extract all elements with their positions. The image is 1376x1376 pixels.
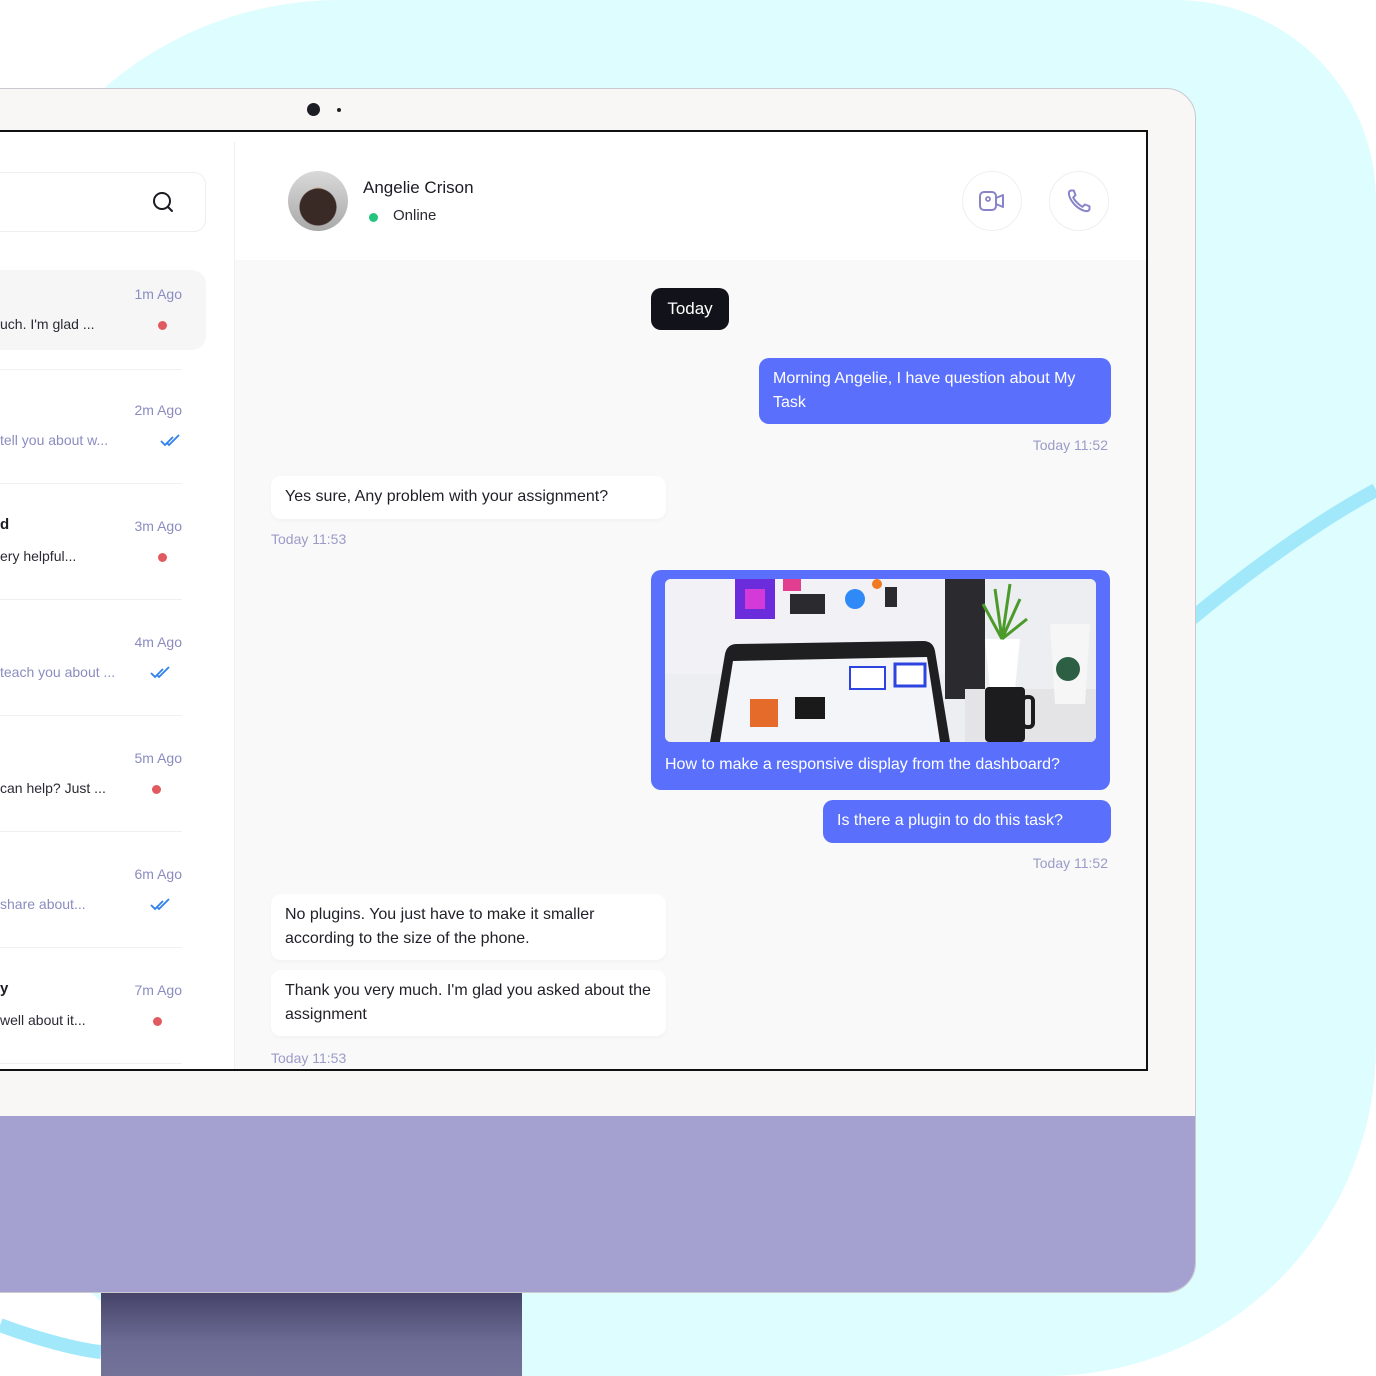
chat-time: 1m Ago <box>134 286 182 302</box>
divider <box>0 715 182 716</box>
chat-time: 7m Ago <box>134 982 182 998</box>
chat-list-item[interactable]: 2m Ago tell you about w... <box>0 386 206 484</box>
message-timestamp: Today 11:52 <box>1032 437 1108 453</box>
phone-icon <box>1067 189 1091 213</box>
chat-time: 2m Ago <box>134 402 182 418</box>
chat-preview: well about it... <box>0 1012 86 1028</box>
double-check-icon <box>150 666 170 679</box>
chat-list-item[interactable]: 5m Ago can help? Just ... <box>0 734 206 832</box>
date-divider: Today <box>651 288 729 330</box>
double-check-icon <box>160 434 180 447</box>
divider <box>0 483 182 484</box>
image-message-bubble[interactable]: How to make a responsive display from th… <box>651 570 1110 790</box>
message-timestamp: Today 11:52 <box>1032 855 1108 871</box>
chat-time: 5m Ago <box>134 750 182 766</box>
message-bubble-outgoing: Is there a plugin to do this task? <box>823 800 1111 843</box>
chat-list-item[interactable]: d 3m Ago ery helpful... <box>0 502 206 600</box>
message-bubble-incoming: No plugins. You just have to make it sma… <box>271 894 666 960</box>
monitor-chin <box>0 1116 1195 1292</box>
contact-status: Online <box>393 207 437 224</box>
chat-time: 4m Ago <box>134 634 182 650</box>
sensor-dot <box>337 108 341 112</box>
divider <box>0 1063 182 1064</box>
desk-photo-illustration <box>665 579 1096 742</box>
monitor-stand <box>101 1290 522 1376</box>
image-caption: How to make a responsive display from th… <box>665 756 1060 773</box>
message-timestamp: Today 11:53 <box>271 531 347 547</box>
chat-preview: ery helpful... <box>0 548 77 564</box>
search-icon[interactable] <box>151 190 175 214</box>
divider <box>0 599 182 600</box>
unread-dot-icon <box>152 785 161 794</box>
divider <box>0 831 182 832</box>
video-camera-icon <box>979 191 1004 211</box>
message-area: Today Morning Angelie, I have question a… <box>235 260 1146 1069</box>
chat-preview: uch. I'm glad ... <box>0 316 95 332</box>
double-check-icon <box>150 898 170 911</box>
unread-dot-icon <box>158 553 167 562</box>
divider <box>0 369 182 370</box>
message-bubble-incoming: Thank you very much. I'm glad you asked … <box>271 970 666 1036</box>
chat-header: Angelie Crison Online <box>235 142 1146 260</box>
video-call-button[interactable] <box>962 171 1022 231</box>
chat-preview: tell you about w... <box>0 432 109 448</box>
contact-avatar[interactable] <box>288 171 348 231</box>
attached-image[interactable] <box>665 579 1096 742</box>
chat-time: 6m Ago <box>134 866 182 882</box>
chat-list-sidebar: 1m Ago uch. I'm glad ... 2m Ago tell you… <box>0 142 235 1069</box>
chat-preview: teach you about ... <box>0 664 116 680</box>
online-status-icon <box>369 213 378 222</box>
chat-name: y <box>0 980 9 997</box>
chat-list-item[interactable]: 1m Ago uch. I'm glad ... <box>0 270 206 370</box>
message-bubble-outgoing: Morning Angelie, I have question about M… <box>759 358 1111 424</box>
chat-list-item[interactable]: 4m Ago teach you about ... <box>0 618 206 716</box>
message-bubble-incoming: Yes sure, Any problem with your assignme… <box>271 476 666 519</box>
chat-time: 3m Ago <box>134 518 182 534</box>
contact-name: Angelie Crison <box>363 178 474 197</box>
chat-preview: share about... <box>0 896 86 912</box>
chat-list-item[interactable]: 6m Ago share about... <box>0 850 206 948</box>
unread-dot-icon <box>158 321 167 330</box>
search-input[interactable] <box>0 172 206 232</box>
unread-dot-icon <box>153 1017 162 1026</box>
webcam-icon <box>307 103 320 116</box>
chat-name: d <box>0 516 10 533</box>
chat-preview: can help? Just ... <box>0 780 106 796</box>
screen: 1m Ago uch. I'm glad ... 2m Ago tell you… <box>0 130 1148 1071</box>
divider <box>0 947 182 948</box>
message-timestamp: Today 11:53 <box>271 1050 347 1066</box>
chat-list-item[interactable]: y 7m Ago well about it... <box>0 966 206 1064</box>
voice-call-button[interactable] <box>1049 171 1109 231</box>
